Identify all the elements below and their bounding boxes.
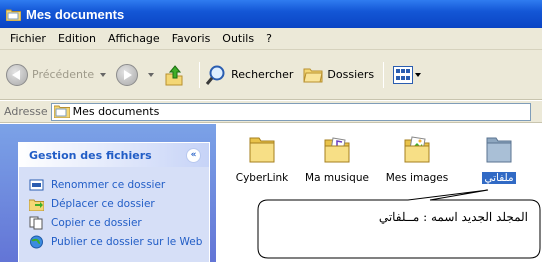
folder-icon: [53, 105, 71, 119]
file-name: ملفاتي: [482, 172, 516, 184]
task-label: Déplacer ce dossier: [51, 197, 155, 210]
folder-icon: [483, 134, 515, 164]
back-button[interactable]: Précédente: [6, 63, 112, 86]
up-folder-button[interactable]: [164, 64, 190, 86]
views-button[interactable]: [389, 65, 427, 84]
file-tasks-panel: Gestion des fichiers « Renommer ce dossi…: [18, 142, 210, 262]
file-item-mes-images[interactable]: Mes images: [382, 130, 452, 190]
menu-outils[interactable]: Outils: [216, 32, 260, 45]
task-copy-folder[interactable]: Copier ce dossier: [29, 213, 209, 232]
search-button[interactable]: Rechercher: [205, 64, 293, 86]
toolbar-separator: [199, 61, 201, 88]
chevron-down-icon: [415, 72, 422, 77]
back-arrow-icon: [6, 63, 28, 86]
file-item-cyberlink[interactable]: CyberLink: [227, 130, 297, 190]
forward-button[interactable]: [116, 63, 160, 86]
file-name: Mes images: [385, 172, 449, 184]
menu-bar: Fichier Edition Affichage Favoris Outils…: [0, 28, 542, 50]
file-tasks-header[interactable]: Gestion des fichiers «: [19, 143, 209, 167]
task-rename-folder[interactable]: Renommer ce dossier: [29, 175, 209, 194]
folders-label: Dossiers: [327, 68, 375, 81]
collapse-icon[interactable]: «: [186, 147, 201, 163]
title-bar: Mes documents: [0, 0, 542, 28]
address-value: Mes documents: [72, 105, 160, 118]
toolbar: Précédente Rechercher Dossiers: [0, 50, 542, 100]
callout-text: المجلد الجديد اسمه : مــلفاتي: [378, 210, 528, 224]
address-bar: Adresse Mes documents: [0, 101, 542, 123]
task-pane: Gestion des fichiers « Renommer ce dossi…: [0, 124, 216, 262]
forward-arrow-icon: [116, 63, 139, 86]
menu-edition[interactable]: Edition: [52, 32, 102, 45]
menu-fichier[interactable]: Fichier: [4, 32, 52, 45]
task-label: Renommer ce dossier: [51, 178, 166, 191]
window-title: Mes documents: [26, 6, 125, 22]
task-list: Renommer ce dossier Déplacer ce dossier …: [19, 167, 209, 251]
pictures-folder-icon: [401, 134, 433, 164]
music-folder-icon: [321, 134, 353, 164]
chevron-down-icon: [100, 72, 107, 77]
folders-button[interactable]: Dossiers: [303, 67, 374, 83]
search-icon: [205, 64, 227, 86]
task-publish-web[interactable]: Publier ce dossier sur le Web: [29, 232, 209, 251]
back-label: Précédente: [32, 68, 95, 81]
file-name: Ma musique: [305, 172, 369, 184]
address-input[interactable]: Mes documents: [50, 102, 531, 121]
task-move-folder[interactable]: Déplacer ce dossier: [28, 194, 209, 213]
views-icon: [393, 65, 414, 84]
menu-help[interactable]: ?: [260, 32, 278, 45]
task-label: Copier ce dossier: [51, 216, 142, 229]
rename-icon: [29, 178, 44, 192]
up-folder-icon: [164, 64, 184, 86]
menu-favoris[interactable]: Favoris: [166, 32, 217, 45]
web-publish-icon: [29, 235, 44, 249]
address-label: Adresse: [4, 105, 48, 118]
menu-affichage[interactable]: Affichage: [102, 32, 166, 45]
main-area: Gestion des fichiers « Renommer ce dossi…: [0, 124, 542, 262]
move-icon: [28, 197, 45, 211]
folder-icon: [246, 134, 278, 164]
chevron-down-icon: [148, 72, 155, 77]
copy-icon: [29, 216, 44, 230]
toolbar-separator: [383, 61, 385, 88]
file-tasks-title: Gestion des fichiers: [29, 148, 152, 162]
search-label: Rechercher: [231, 68, 294, 81]
folder-icon: [5, 8, 22, 21]
task-label: Publier ce dossier sur le Web: [51, 235, 203, 248]
file-item-ma-musique[interactable]: Ma musique: [302, 130, 372, 190]
file-item-malafati[interactable]: ملفاتي: [464, 130, 534, 190]
file-name: CyberLink: [235, 172, 289, 184]
folders-icon: [303, 67, 324, 83]
